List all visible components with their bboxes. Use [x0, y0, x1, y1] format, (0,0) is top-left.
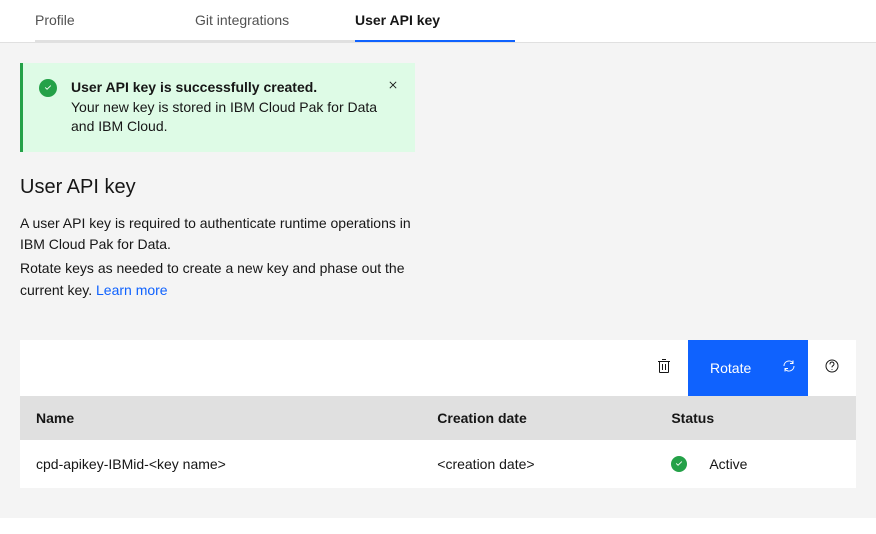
tabs: Profile Git integrations User API key: [0, 0, 876, 43]
tab-git-integrations[interactable]: Git integrations: [195, 0, 355, 42]
rotate-button[interactable]: Rotate: [688, 340, 808, 396]
col-header-date: Creation date: [421, 396, 655, 440]
cell-date: <creation date>: [421, 440, 655, 488]
description-line-1: A user API key is required to authentica…: [20, 213, 430, 256]
col-header-status: Status: [655, 396, 856, 440]
rotate-label: Rotate: [710, 360, 751, 376]
description-line-2: Rotate keys as needed to create a new ke…: [20, 258, 430, 301]
success-notification: User API key is successfully created. Yo…: [20, 63, 415, 152]
checkmark-filled-icon: [671, 456, 687, 472]
table-toolbar: Rotate: [20, 340, 856, 396]
tab-profile[interactable]: Profile: [35, 0, 195, 42]
status-text: Active: [709, 456, 747, 472]
api-key-table: Name Creation date Status cpd-apikey-IBM…: [20, 396, 856, 488]
delete-button[interactable]: [640, 340, 688, 396]
checkmark-filled-icon: [39, 79, 57, 97]
page-description: A user API key is required to authentica…: [20, 213, 430, 302]
cell-name: cpd-apikey-IBMid-<key name>: [20, 440, 421, 488]
close-icon[interactable]: [383, 75, 403, 95]
cell-status: Active: [655, 440, 856, 488]
notification-text: Your new key is stored in IBM Cloud Pak …: [71, 99, 377, 135]
tab-user-api-key[interactable]: User API key: [355, 0, 515, 42]
col-header-name: Name: [20, 396, 421, 440]
notification-body: User API key is successfully created. Yo…: [71, 78, 399, 137]
table-header-row: Name Creation date Status: [20, 396, 856, 440]
help-icon: [824, 358, 840, 377]
page-title: User API key: [20, 176, 856, 199]
notification-title: User API key is successfully created.: [71, 79, 317, 95]
trash-icon: [656, 358, 672, 377]
table-row: cpd-apikey-IBMid-<key name> <creation da…: [20, 440, 856, 488]
api-key-table-section: Rotate Name Creation date Status: [20, 340, 856, 488]
help-button[interactable]: [808, 340, 856, 396]
learn-more-link[interactable]: Learn more: [96, 282, 168, 298]
content: User API key is successfully created. Yo…: [0, 43, 876, 518]
rotate-icon: [781, 358, 797, 377]
